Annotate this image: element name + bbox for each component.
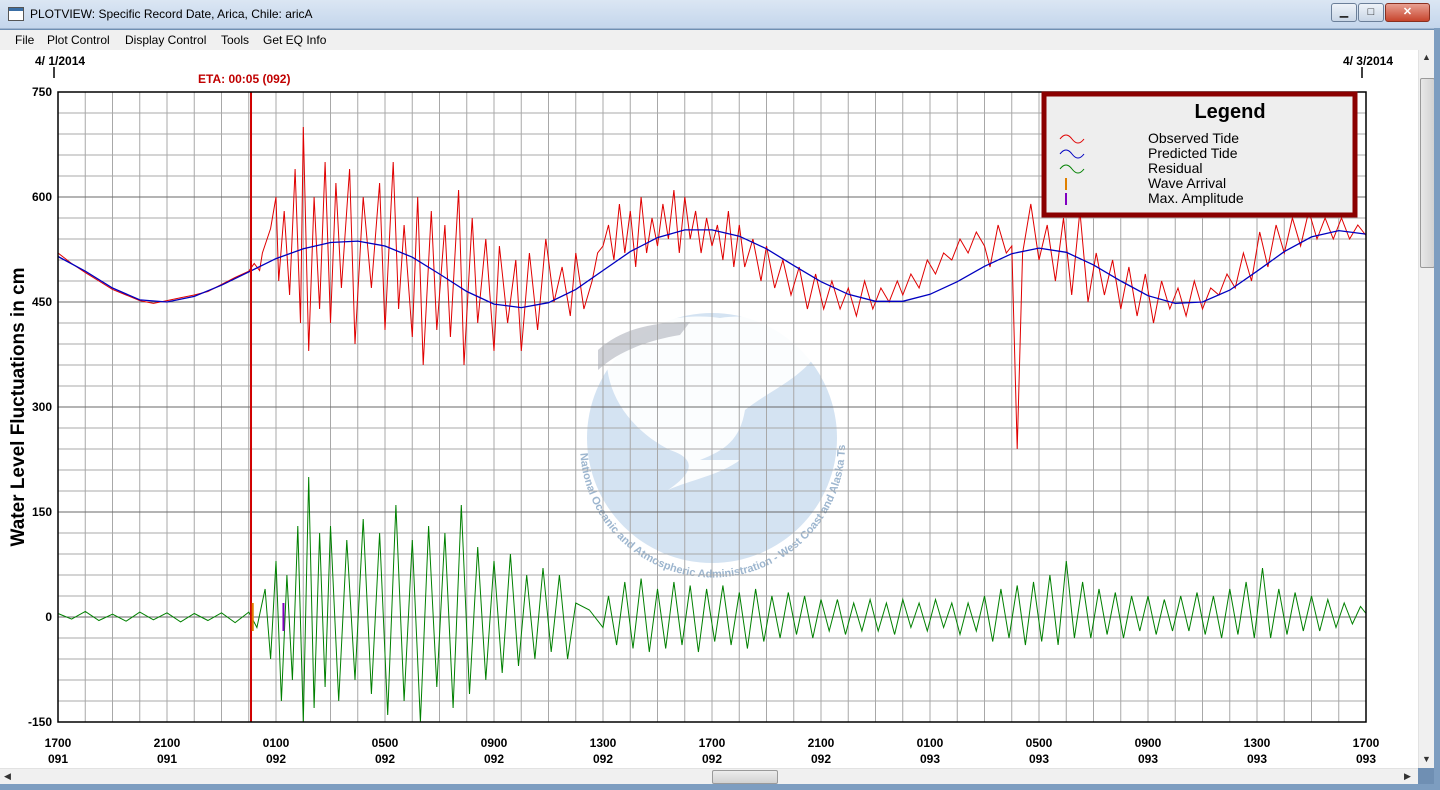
end-date-label: 4/ 3/2014 (1343, 54, 1393, 68)
x-tick-day-label: 091 (157, 752, 177, 766)
x-tick-day-label: 093 (1138, 752, 1158, 766)
y-tick-label: 150 (32, 505, 52, 519)
window-frame-right (1434, 28, 1440, 790)
x-tick-time-label: 1300 (590, 736, 617, 750)
y-tick-label: 0 (45, 610, 52, 624)
x-tick-time-label: 1700 (699, 736, 726, 750)
x-tick-time-label: 1300 (1244, 736, 1271, 750)
x-tick-day-label: 093 (920, 752, 940, 766)
y-axis-title: Water Level Fluctuations in cm (8, 267, 29, 546)
horizontal-scroll-thumb[interactable] (712, 770, 778, 784)
y-tick-label: 450 (32, 295, 52, 309)
x-tick-day-label: 093 (1029, 752, 1049, 766)
title-bar: PLOTVIEW: Specific Record Date, Arica, C… (0, 0, 1440, 29)
start-date-label: 4/ 1/2014 (35, 54, 85, 68)
legend-entry-label: Observed Tide (1148, 130, 1239, 146)
y-tick-label: -150 (28, 715, 52, 729)
legend-entry-label: Wave Arrival (1148, 175, 1226, 191)
legend-entry-label: Residual (1148, 160, 1202, 176)
minimize-button[interactable]: ▁ (1331, 3, 1357, 22)
noaa-watermark: National Oceanic and Atmospheric Adminis… (0, 41, 848, 581)
eta-label: ETA: 00:05 (092) (198, 72, 290, 86)
x-tick-day-label: 092 (702, 752, 722, 766)
x-tick-time-label: 0900 (481, 736, 508, 750)
close-button[interactable]: ✕ (1385, 3, 1430, 22)
x-tick-day-label: 093 (1247, 752, 1267, 766)
plot-area: National Oceanic and Atmospheric Adminis… (0, 41, 1418, 768)
x-tick-day-label: 092 (811, 752, 831, 766)
x-tick-day-label: 092 (375, 752, 395, 766)
y-tick-label: 600 (32, 190, 52, 204)
menu-get-eq-info[interactable]: Get EQ Info (263, 33, 326, 47)
menu-tools[interactable]: Tools (221, 33, 249, 47)
x-tick-time-label: 0100 (263, 736, 290, 750)
vertical-scroll-thumb[interactable] (1420, 78, 1435, 268)
x-tick-time-label: 0500 (1026, 736, 1053, 750)
tide-chart: National Oceanic and Atmospheric Adminis… (0, 41, 1393, 766)
x-tick-time-label: 0100 (917, 736, 944, 750)
horizontal-scrollbar[interactable]: ◀ ▶ (0, 768, 1418, 785)
x-tick-day-label: 092 (593, 752, 613, 766)
x-tick-time-label: 1700 (1353, 736, 1380, 750)
scroll-right-icon[interactable]: ▶ (1404, 771, 1411, 782)
x-tick-day-label: 092 (484, 752, 504, 766)
y-tick-label: 750 (32, 85, 52, 99)
x-tick-day-label: 093 (1356, 752, 1376, 766)
x-tick-time-label: 0900 (1135, 736, 1162, 750)
maximize-button[interactable]: □ (1358, 3, 1384, 22)
scroll-down-icon[interactable]: ▼ (1422, 754, 1431, 764)
x-tick-time-label: 2100 (808, 736, 835, 750)
legend-entry-label: Predicted Tide (1148, 145, 1238, 161)
window-title: PLOTVIEW: Specific Record Date, Arica, C… (30, 7, 313, 21)
menu-display-control[interactable]: Display Control (125, 33, 206, 47)
x-tick-day-label: 091 (48, 752, 68, 766)
y-tick-label: 300 (32, 400, 52, 414)
menu-bar: File Plot Control Display Control Tools … (0, 30, 1440, 51)
scroll-up-icon[interactable]: ▲ (1422, 52, 1431, 62)
x-tick-time-label: 1700 (45, 736, 72, 750)
x-tick-time-label: 2100 (154, 736, 181, 750)
vertical-scrollbar[interactable]: ▲ ▼ (1418, 50, 1435, 768)
menu-file[interactable]: File (15, 33, 34, 47)
x-tick-day-label: 092 (266, 752, 286, 766)
window-frame-bottom (0, 784, 1440, 790)
legend-entry-label: Max. Amplitude (1148, 190, 1244, 206)
chart-legend: Legend Observed TidePredicted TideResidua… (1041, 91, 1358, 218)
x-tick-time-label: 0500 (372, 736, 399, 750)
menu-plot-control[interactable]: Plot Control (47, 33, 110, 47)
legend-title: Legend (1194, 101, 1265, 123)
app-icon (8, 7, 24, 21)
scroll-left-icon[interactable]: ◀ (4, 771, 11, 782)
